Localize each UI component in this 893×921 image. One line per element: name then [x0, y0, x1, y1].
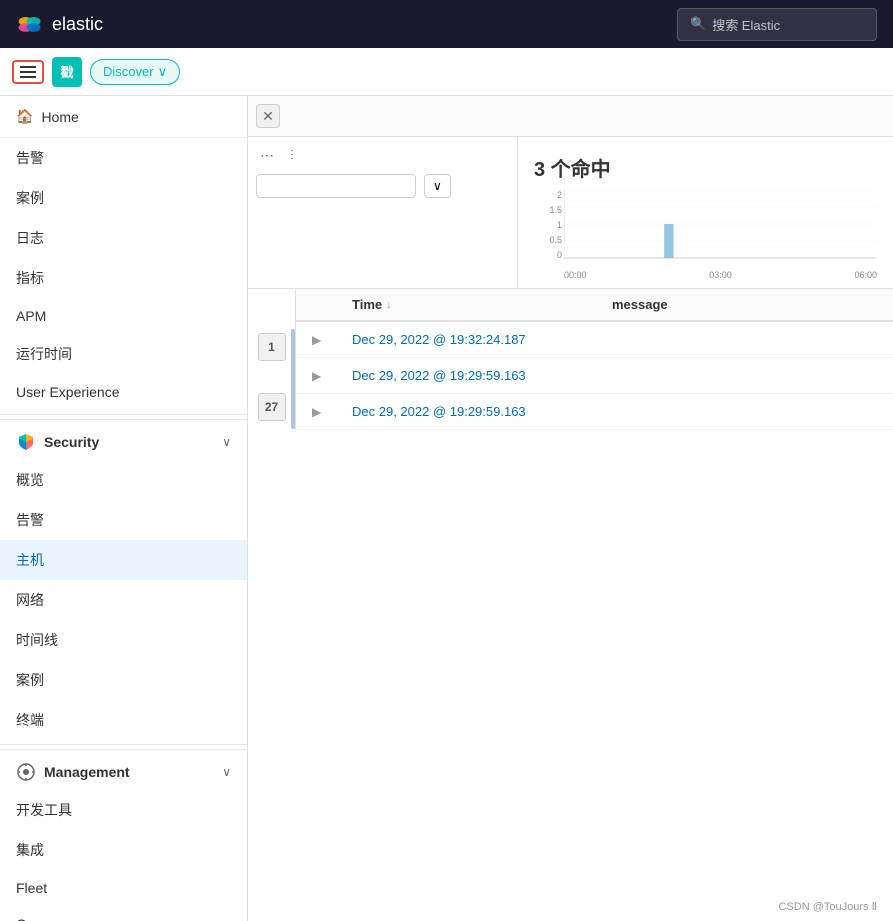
- sort-asc-icon: ↓: [386, 299, 392, 311]
- logo-text: elastic: [52, 14, 103, 35]
- filter-dropdown[interactable]: ∨: [424, 174, 451, 198]
- sidebar-item-security-alerts[interactable]: 告警: [0, 500, 247, 540]
- sidebar-item-logs[interactable]: 日志: [0, 218, 247, 258]
- security-icon: [16, 432, 36, 452]
- hamburger-line: [20, 71, 36, 73]
- x-axis-label: 00:00: [564, 270, 587, 280]
- sidebar-item-home[interactable]: 🏠 Home: [0, 96, 247, 138]
- sidebar-item-integrations[interactable]: 集成: [0, 830, 247, 870]
- search-placeholder: 搜索 Elastic: [712, 15, 780, 34]
- close-button[interactable]: ✕: [256, 104, 280, 128]
- scroll-indicator: [291, 329, 295, 429]
- y-axis-label: 1: [557, 220, 562, 230]
- sidebar-item-osquery[interactable]: Osquery: [0, 906, 247, 921]
- sidebar-item-metrics[interactable]: 指标: [0, 258, 247, 298]
- content-area: ✕ ⋯ ⫶ ∨ 3 个命中: [248, 96, 893, 921]
- management-icon: [16, 762, 36, 782]
- row-time: Dec 29, 2022 @ 19:29:59.163: [352, 404, 612, 419]
- chevron-down-icon: ∨: [433, 179, 442, 193]
- hits-count: 3 个命中: [534, 145, 611, 186]
- col-time[interactable]: Time ↓: [352, 297, 612, 312]
- x-axis-label: 03:00: [709, 270, 732, 280]
- row-expand-icon[interactable]: ▶: [312, 369, 352, 383]
- main-area: 🏠 Home 告警 案例 日志 指标 APM 运行时间 User Experie…: [0, 96, 893, 921]
- logo[interactable]: elastic: [16, 10, 103, 38]
- table-content: Time ↓ message ▶ Dec 29, 2022 @ 19:32:24…: [296, 289, 893, 430]
- topbar: elastic 🔍 搜索 Elastic: [0, 0, 893, 48]
- sidebar-item-security-cases[interactable]: 案例: [0, 660, 247, 700]
- sidebar-item-uptime[interactable]: 运行时间: [0, 334, 247, 374]
- sidebar-item-security-endpoints[interactable]: 终端: [0, 700, 247, 740]
- bottom-branding: CSDN @TouJours Ⅱ: [779, 900, 878, 913]
- y-axis-label: 1.5: [549, 205, 562, 215]
- management-section-header[interactable]: Management ∨: [0, 749, 247, 790]
- y-axis-label: 0.5: [549, 235, 562, 245]
- hamburger-line: [20, 66, 36, 68]
- filter-icon[interactable]: ⫶: [286, 145, 298, 166]
- security-section-header[interactable]: Security ∨: [0, 419, 247, 460]
- row-expand-icon[interactable]: ▶: [312, 333, 352, 347]
- page-badge-1: 1: [258, 333, 286, 361]
- elastic-logo-icon: [16, 10, 44, 38]
- management-chevron-icon: ∨: [222, 765, 231, 779]
- sidebar-item-security-timeline[interactable]: 时间线: [0, 620, 247, 660]
- management-section-title: Management: [16, 762, 130, 782]
- secondary-nav: 戳 Discover ∨: [0, 48, 893, 96]
- sidebar-item-security-network[interactable]: 网络: [0, 580, 247, 620]
- row-time: Dec 29, 2022 @ 19:32:24.187: [352, 332, 612, 347]
- sidebar-item-user-experience[interactable]: User Experience: [0, 374, 247, 410]
- row-time: Dec 29, 2022 @ 19:29:59.163: [352, 368, 612, 383]
- nav-app-icon[interactable]: 戳: [52, 57, 82, 87]
- sidebar-divider-2: [0, 744, 247, 745]
- home-icon: 🏠: [16, 108, 33, 125]
- y-axis-label: 0: [557, 250, 562, 260]
- search-icon: 🔍: [690, 16, 706, 32]
- sidebar-item-dev-tools[interactable]: 开发工具: [0, 790, 247, 830]
- col-message: message: [612, 297, 877, 312]
- y-axis-label: 2: [557, 190, 562, 200]
- sidebar-item-apm[interactable]: APM: [0, 298, 247, 334]
- row-expand-icon[interactable]: ▶: [312, 405, 352, 419]
- page-badge-27: 27: [258, 393, 286, 421]
- more-options-icon[interactable]: ⋯: [256, 145, 278, 166]
- results-table-container: 1 27 Time ↓ message: [248, 289, 893, 430]
- sidebar-item-security-overview[interactable]: 概览: [0, 460, 247, 500]
- col-expand: [312, 297, 352, 312]
- table-row[interactable]: ▶ Dec 29, 2022 @ 19:29:59.163: [296, 358, 893, 394]
- sidebar: 🏠 Home 告警 案例 日志 指标 APM 运行时间 User Experie…: [0, 96, 248, 921]
- table-row[interactable]: ▶ Dec 29, 2022 @ 19:32:24.187: [296, 322, 893, 358]
- sidebar-item-security-hosts[interactable]: 主机: [0, 540, 247, 580]
- search-bar[interactable]: 🔍 搜索 Elastic: [677, 8, 877, 41]
- chevron-down-icon: ∨: [158, 64, 168, 80]
- sidebar-item-alerts[interactable]: 告警: [0, 138, 247, 178]
- hamburger-button[interactable]: [12, 60, 44, 84]
- table-row[interactable]: ▶ Dec 29, 2022 @ 19:29:59.163: [296, 394, 893, 430]
- sidebar-item-cases[interactable]: 案例: [0, 178, 247, 218]
- sidebar-divider: [0, 414, 247, 415]
- sidebar-item-fleet[interactable]: Fleet: [0, 870, 247, 906]
- hamburger-line: [20, 76, 36, 78]
- table-header: Time ↓ message: [296, 289, 893, 322]
- filter-input[interactable]: [256, 174, 416, 198]
- discover-tab[interactable]: Discover ∨: [90, 59, 180, 85]
- histogram-chart: [564, 190, 877, 260]
- security-section-title: Security: [16, 432, 99, 452]
- x-axis-label: 06:00: [854, 270, 877, 280]
- security-chevron-icon: ∨: [222, 435, 231, 449]
